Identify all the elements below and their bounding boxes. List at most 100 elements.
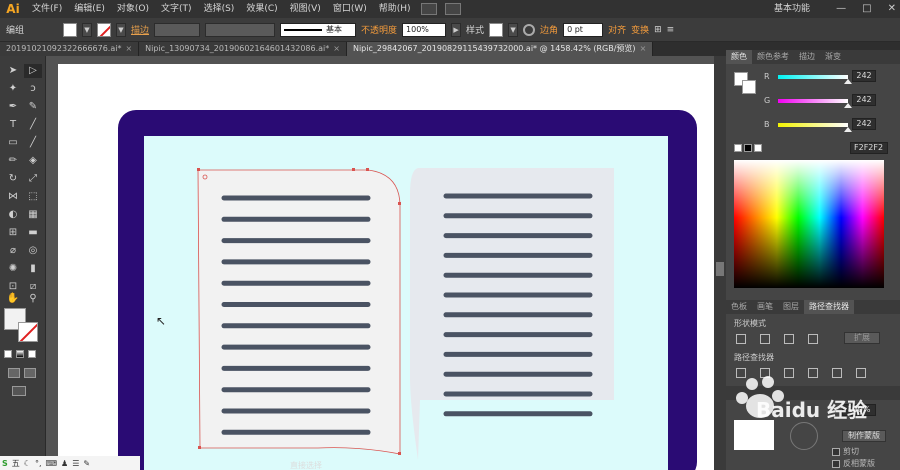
isolate-icon[interactable]: ⊞ — [654, 25, 662, 35]
pencil-tool-icon[interactable]: ✏ — [4, 154, 22, 168]
workspace-switcher[interactable]: 基本功能 — [774, 0, 810, 18]
tab-gradient[interactable]: 渐变 — [820, 50, 846, 64]
menu-window[interactable]: 窗口(W) — [327, 0, 373, 18]
magic-wand-tool-icon[interactable]: ✦ — [4, 82, 22, 96]
tab-color-guide[interactable]: 颜色参考 — [752, 50, 794, 64]
clip-checkbox-row[interactable]: 剪切 — [832, 446, 859, 457]
rotate-tool-icon[interactable]: ↻ — [4, 172, 22, 186]
expand-button[interactable]: 扩展 — [844, 332, 880, 344]
close-icon[interactable]: × — [125, 44, 132, 53]
tab-document-2[interactable]: Nipic_13090734_20190602164601432086.ai* × — [139, 42, 347, 56]
exclude-icon[interactable] — [808, 334, 818, 344]
change-screen-mode-icon[interactable] — [12, 386, 26, 396]
graphic-style-swatch[interactable] — [489, 22, 504, 37]
ime-moon-icon[interactable]: ☾ — [24, 459, 31, 468]
artboard[interactable]: ↖ — [58, 64, 714, 470]
graphic-style-dropdown-icon[interactable]: ▼ — [508, 22, 519, 37]
stroke-weight-dropdown[interactable] — [154, 22, 201, 37]
column-graph-tool-icon[interactable]: ▮ — [24, 262, 42, 276]
panel-menu-icon[interactable]: ≡ — [667, 25, 675, 35]
red-slider-thumb[interactable] — [844, 79, 852, 84]
menu-select[interactable]: 选择(S) — [198, 0, 241, 18]
opacity-dropdown-icon[interactable]: ▶ — [451, 22, 462, 37]
tab-brushes[interactable]: 画笔 — [752, 300, 778, 314]
opacity-label[interactable]: 不透明度 — [361, 23, 397, 36]
transform-link[interactable]: 变换 — [631, 23, 649, 36]
screen-mode-icon[interactable] — [24, 368, 36, 378]
scale-tool-icon[interactable]: ⤢ — [24, 172, 42, 186]
free-transform-tool-icon[interactable]: ⬚ — [24, 190, 42, 204]
ime-skin-icon[interactable]: ☰ — [72, 459, 79, 468]
rectangle-tool-icon[interactable]: ▭ — [4, 136, 22, 150]
arrange-documents-icon[interactable] — [444, 3, 461, 15]
black-swatch[interactable] — [744, 144, 752, 152]
stroke-dropdown-icon[interactable]: ▼ — [116, 22, 126, 37]
ime-mode-label[interactable]: 五 — [12, 458, 20, 469]
selection-tool-icon[interactable]: ➤ — [4, 64, 22, 78]
close-icon[interactable]: × — [333, 44, 340, 53]
stroke-panel-link[interactable]: 描边 — [131, 23, 149, 36]
menu-effect[interactable]: 效果(C) — [240, 0, 283, 18]
align-link[interactable]: 对齐 — [608, 23, 626, 36]
invert-mask-checkbox[interactable] — [832, 459, 840, 468]
variable-width-dropdown[interactable] — [205, 22, 276, 37]
tab-document-1[interactable]: 20191021092322666676.ai* × — [0, 42, 140, 56]
tab-document-3[interactable]: Nipic_29842067_20190829115439732000.ai* … — [346, 42, 654, 56]
unite-icon[interactable] — [736, 334, 746, 344]
ime-tools-icon[interactable]: ✎ — [83, 459, 90, 468]
bridge-icon[interactable] — [420, 3, 437, 15]
mesh-tool-icon[interactable]: ⊞ — [4, 226, 22, 240]
intersect-icon[interactable] — [784, 334, 794, 344]
recolor-artwork-icon[interactable] — [523, 23, 536, 36]
direct-selection-tool-icon[interactable]: ▷ — [24, 64, 42, 78]
stroke-color-swatch[interactable] — [18, 322, 38, 342]
ime-keyboard-icon[interactable]: ⌨ — [45, 459, 57, 468]
close-icon[interactable]: × — [640, 44, 647, 53]
corner-label[interactable]: 边角 — [540, 23, 558, 36]
menu-object[interactable]: 对象(O) — [111, 0, 155, 18]
width-tool-icon[interactable]: ⋈ — [4, 190, 22, 204]
fill-swatch[interactable] — [63, 22, 77, 37]
gradient-mode-icon[interactable] — [16, 350, 24, 358]
ime-logo-icon[interactable]: S — [2, 459, 8, 468]
line-tool-icon[interactable]: ╱ — [24, 118, 42, 132]
brush-definition-dropdown[interactable]: 基本 — [280, 22, 357, 37]
menu-help[interactable]: 帮助(H) — [373, 0, 417, 18]
symbol-sprayer-tool-icon[interactable]: ✺ — [4, 262, 22, 276]
blend-tool-icon[interactable]: ◎ — [24, 244, 42, 258]
maximize-icon[interactable]: □ — [862, 0, 871, 18]
none-mode-icon[interactable] — [28, 350, 36, 358]
gradient-tool-icon[interactable]: ▬ — [24, 226, 42, 240]
green-slider-thumb[interactable] — [844, 103, 852, 108]
menu-edit[interactable]: 编辑(E) — [68, 0, 111, 18]
hex-input[interactable]: F2F2F2 — [850, 142, 888, 154]
menu-view[interactable]: 视图(V) — [284, 0, 327, 18]
minimize-icon[interactable]: — — [836, 0, 846, 18]
blue-value[interactable]: 242 — [852, 118, 876, 130]
type-tool-icon[interactable]: T — [4, 118, 22, 132]
green-value[interactable]: 242 — [852, 94, 876, 106]
menu-file[interactable]: 文件(F) — [26, 0, 68, 18]
ime-punct-icon[interactable]: °, — [35, 459, 42, 468]
ime-user-icon[interactable]: ♟ — [61, 459, 68, 468]
color-spectrum[interactable] — [734, 160, 884, 288]
tab-swatches[interactable]: 色板 — [726, 300, 752, 314]
white-swatch[interactable] — [754, 144, 762, 152]
minus-front-icon[interactable] — [760, 334, 770, 344]
perspective-grid-tool-icon[interactable]: ▦ — [24, 208, 42, 222]
close-icon[interactable]: ✕ — [888, 0, 896, 18]
opacity-input[interactable]: 100% — [402, 22, 447, 37]
zoom-tool-icon[interactable]: ⚲ — [24, 292, 42, 306]
stroke-swatch[interactable] — [97, 22, 111, 37]
tab-color[interactable]: 颜色 — [726, 50, 752, 64]
blue-slider[interactable] — [778, 123, 848, 127]
vertical-scrollbar-thumb[interactable] — [716, 262, 724, 276]
tab-pathfinder[interactable]: 路径查找器 — [804, 300, 854, 314]
red-slider[interactable] — [778, 75, 848, 79]
draw-mode-icon[interactable] — [8, 368, 20, 378]
color-mode-icon[interactable] — [4, 350, 12, 358]
lasso-tool-icon[interactable]: ↄ — [24, 82, 42, 96]
paintbrush-tool-icon[interactable]: ╱ — [24, 136, 42, 150]
fill-dropdown-icon[interactable]: ▼ — [82, 22, 92, 37]
panel-stroke-swatch[interactable] — [742, 80, 756, 94]
